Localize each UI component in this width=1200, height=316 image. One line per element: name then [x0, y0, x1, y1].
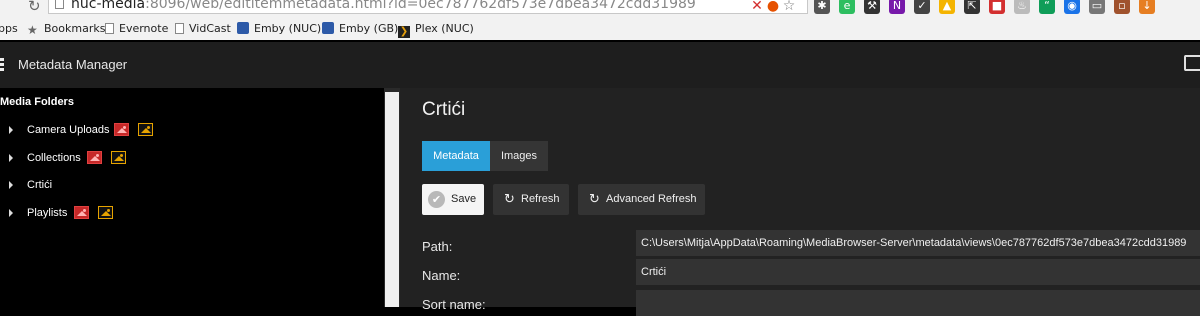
pdf-icon[interactable]: ■ — [989, 0, 1005, 14]
panel-splitter[interactable] — [384, 88, 400, 307]
emby-icon — [237, 22, 249, 34]
item-title: Crtići — [422, 99, 466, 120]
bookmark-apps[interactable]: pps — [0, 22, 18, 36]
download-icon[interactable]: ↓ — [1139, 0, 1155, 14]
drive-icon[interactable]: ▲ — [939, 0, 955, 14]
tree-item-playlists[interactable]: Playlists — [0, 204, 300, 222]
bookmark-label: Bookmarks — [44, 22, 106, 35]
bookmark-label: Emby (GB) — [339, 22, 399, 35]
missing-backdrop-icon — [111, 151, 126, 164]
bookmark-star-icon[interactable]: ☆ — [782, 0, 796, 14]
missing-image-icon — [87, 151, 102, 164]
missing-backdrop-icon — [138, 123, 153, 136]
tree-item-label: Collections — [27, 152, 81, 164]
advanced-refresh-label: Advanced Refresh — [606, 193, 697, 205]
pin-icon[interactable]: ⇱ — [964, 0, 980, 14]
url-text[interactable]: nuc-media:8096/web/edititemmetadata.html… — [71, 0, 696, 11]
reload-icon[interactable]: ↻ — [28, 0, 44, 14]
bookmark-emby-gb[interactable]: Emby (GB) — [322, 22, 398, 36]
cast-ext-icon[interactable]: ▭ — [1089, 0, 1105, 14]
star-icon: ★ — [27, 23, 38, 37]
advanced-refresh-button[interactable]: ↻ Advanced Refresh — [578, 184, 705, 215]
expand-arrow-icon[interactable] — [9, 126, 13, 134]
media-folders-sidebar: Media Folders Camera Uploads Collections… — [0, 88, 384, 307]
expand-arrow-icon[interactable] — [9, 181, 13, 189]
bookmark-evernote[interactable]: Evernote — [105, 22, 168, 36]
missing-image-icon — [74, 206, 89, 219]
extension-toolbar: ✱ e ⚒ N ✓ ▲ ⇱ ■ ♨ “ ◉ ▭ ▫ ↓ — [814, 0, 1200, 16]
address-row: ↻ nuc-media:8096/web/edititemmetadata.ht… — [0, 0, 1200, 16]
page-icon — [55, 0, 64, 9]
refresh-label: Refresh — [521, 193, 560, 205]
name-label: Name: — [422, 268, 461, 283]
tree-item-label: Crtići — [27, 179, 53, 191]
expand-arrow-icon[interactable] — [9, 209, 13, 217]
page-icon — [175, 23, 184, 34]
address-bar[interactable]: nuc-media:8096/web/edititemmetadata.html… — [48, 0, 808, 14]
cast-icon[interactable] — [1184, 55, 1200, 71]
checkmark-icon: ✔ — [428, 191, 445, 208]
onenote-icon[interactable]: N — [889, 0, 905, 14]
name-input[interactable]: Crtići — [636, 259, 1200, 285]
sort-name-input[interactable] — [636, 290, 1200, 316]
url-path: :8096/web/edititemmetadata.html?id=0ec78… — [145, 0, 696, 12]
bookmark-label: Plex (NUC) — [415, 22, 474, 35]
tree-item-collections[interactable]: Collections — [0, 149, 300, 167]
bookmark-bookmarks[interactable]: ★ Bookmarks — [27, 22, 105, 36]
bookmark-label: pps — [0, 22, 18, 35]
sort-name-label: Sort name: — [422, 297, 486, 312]
missing-backdrop-icon — [98, 206, 113, 219]
tree-item-label: Camera Uploads — [27, 124, 110, 136]
plex-icon: ❯ — [398, 26, 410, 38]
page-title: Metadata Manager — [18, 57, 128, 72]
splitter-handle[interactable] — [385, 92, 399, 307]
save-label: Save — [451, 193, 477, 205]
expand-arrow-icon[interactable] — [9, 154, 13, 162]
path-label: Path: — [422, 239, 453, 254]
bookmarks-bar: pps ★ Bookmarks Evernote VidCast Emby (NU… — [0, 18, 1200, 40]
metadata-editor: Crtići Metadata Images ✔ Save ↻ Refresh … — [400, 88, 1200, 316]
stop-icon[interactable]: ✕ — [750, 0, 764, 14]
page-icon — [105, 23, 114, 34]
refresh-icon: ↻ — [589, 192, 600, 207]
bell-icon[interactable]: ♨ — [1014, 0, 1030, 14]
bookmark-label: VidCast — [189, 22, 231, 35]
tree-item-crtici[interactable]: Crtići — [0, 176, 300, 194]
url-host: nuc-media — [71, 0, 146, 12]
bookmark-emby-nuc[interactable]: Emby (NUC) — [237, 22, 321, 36]
bookmark-vidcast[interactable]: VidCast — [175, 22, 231, 36]
evernote-icon[interactable]: e — [839, 0, 855, 14]
bookmark-label: Evernote — [119, 22, 169, 35]
briefcase-icon[interactable]: ▫ — [1114, 0, 1130, 14]
tab-images[interactable]: Images — [490, 141, 548, 171]
emby-icon — [322, 22, 334, 34]
tree-item-camera-uploads[interactable]: Camera Uploads — [0, 121, 300, 139]
hangouts-icon[interactable]: “ — [1039, 0, 1055, 14]
path-field: C:\Users\Mitja\AppData\Roaming\MediaBrow… — [636, 230, 1200, 256]
bookmark-label: Emby (NUC) — [254, 22, 322, 35]
tree-item-label: Playlists — [27, 207, 68, 219]
browser-chrome: ↻ nuc-media:8096/web/edititemmetadata.ht… — [0, 0, 1200, 40]
refresh-button[interactable]: ↻ Refresh — [493, 184, 569, 215]
puzzle-icon[interactable]: ✱ — [814, 0, 830, 14]
address-bar-actions: ✕ ● ☆ — [750, 0, 798, 14]
missing-image-icon — [114, 123, 129, 136]
menu-icon[interactable] — [0, 58, 5, 72]
save-button[interactable]: ✔ Save — [422, 184, 484, 215]
sidebar-heading: Media Folders — [0, 96, 74, 108]
globe-icon[interactable]: ◉ — [1064, 0, 1080, 14]
tool-icon[interactable]: ⚒ — [864, 0, 880, 14]
bookmark-plex-nuc[interactable]: ❯ Plex (NUC) — [398, 22, 474, 38]
blocker-icon[interactable]: ● — [766, 0, 780, 14]
app-header: Metadata Manager — [0, 42, 1200, 88]
pocket-icon[interactable]: ✓ — [914, 0, 930, 14]
tab-metadata[interactable]: Metadata — [422, 141, 490, 171]
refresh-icon: ↻ — [504, 192, 515, 207]
